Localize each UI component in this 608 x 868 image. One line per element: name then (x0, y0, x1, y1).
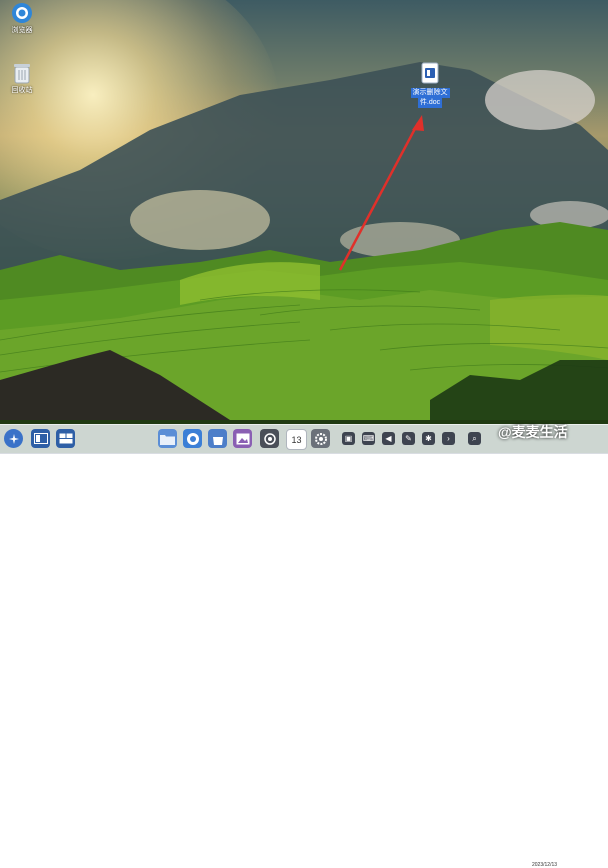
tray-pen-button[interactable]: ✎ (402, 432, 415, 445)
watermark-text: @麦麦生活 (498, 424, 568, 440)
image-icon (236, 433, 249, 444)
browser-icon (186, 432, 199, 445)
camera-button[interactable] (260, 429, 279, 448)
volume-icon: ◀ (385, 434, 392, 443)
search-icon: ⌕ (472, 433, 477, 443)
document-icon-label-line1: 演示删除文 (410, 88, 450, 98)
desktop-background: 浏览器 回收站 演示删除文 件.doc (0, 0, 608, 453)
calendar-button[interactable]: 13 (286, 429, 307, 450)
pen-icon: ✎ (405, 434, 412, 443)
document-icon (421, 62, 439, 84)
desktop-view-button[interactable] (56, 429, 75, 448)
launcher-button[interactable] (4, 429, 23, 448)
display-icon: ▣ (344, 434, 353, 443)
tray-input-button[interactable]: ⌨ (362, 432, 375, 445)
document-icon-label-line2: 件.doc (417, 98, 443, 108)
window-grid-icon (59, 433, 72, 444)
tray-display-button[interactable]: ▣ (342, 432, 355, 445)
browser-icon (12, 3, 32, 23)
tray-plugin-button[interactable]: ✱ (422, 432, 435, 445)
browser-taskbar-button[interactable] (183, 429, 202, 448)
image-viewer-button[interactable] (233, 429, 252, 448)
app-store-button[interactable] (208, 429, 227, 448)
chevron-right-icon: › (447, 434, 450, 443)
plugin-icon: ✱ (425, 434, 432, 443)
camera-icon (263, 432, 276, 445)
keyboard-icon: ⌨ (362, 434, 375, 443)
desktop-icon-browser[interactable]: 浏览器 (4, 2, 40, 35)
gear-icon (314, 432, 327, 445)
trash-icon (14, 64, 30, 84)
tray-expand-button[interactable]: › (442, 432, 455, 445)
trash-icon-label: 回收站 (11, 87, 33, 94)
taskbar-date: 2023/12/13 (532, 862, 558, 868)
browser-icon-label: 浏览器 (11, 27, 33, 34)
multitask-view-button[interactable] (31, 429, 50, 448)
tray-search-button[interactable]: ⌕ (468, 432, 481, 445)
settings-button[interactable] (311, 429, 330, 448)
store-icon (212, 436, 223, 445)
landscape-wallpaper (0, 62, 608, 453)
desktop-icon-trash[interactable]: 回收站 (4, 62, 40, 95)
calendar-day: 13 (291, 434, 302, 445)
multitask-icon (33, 433, 48, 444)
folder-icon (160, 434, 175, 445)
tray-volume-button[interactable]: ◀ (382, 432, 395, 445)
desktop-icon-document[interactable]: 演示删除文 件.doc (406, 62, 454, 108)
file-manager-button[interactable] (158, 429, 177, 448)
launcher-icon (8, 433, 19, 444)
